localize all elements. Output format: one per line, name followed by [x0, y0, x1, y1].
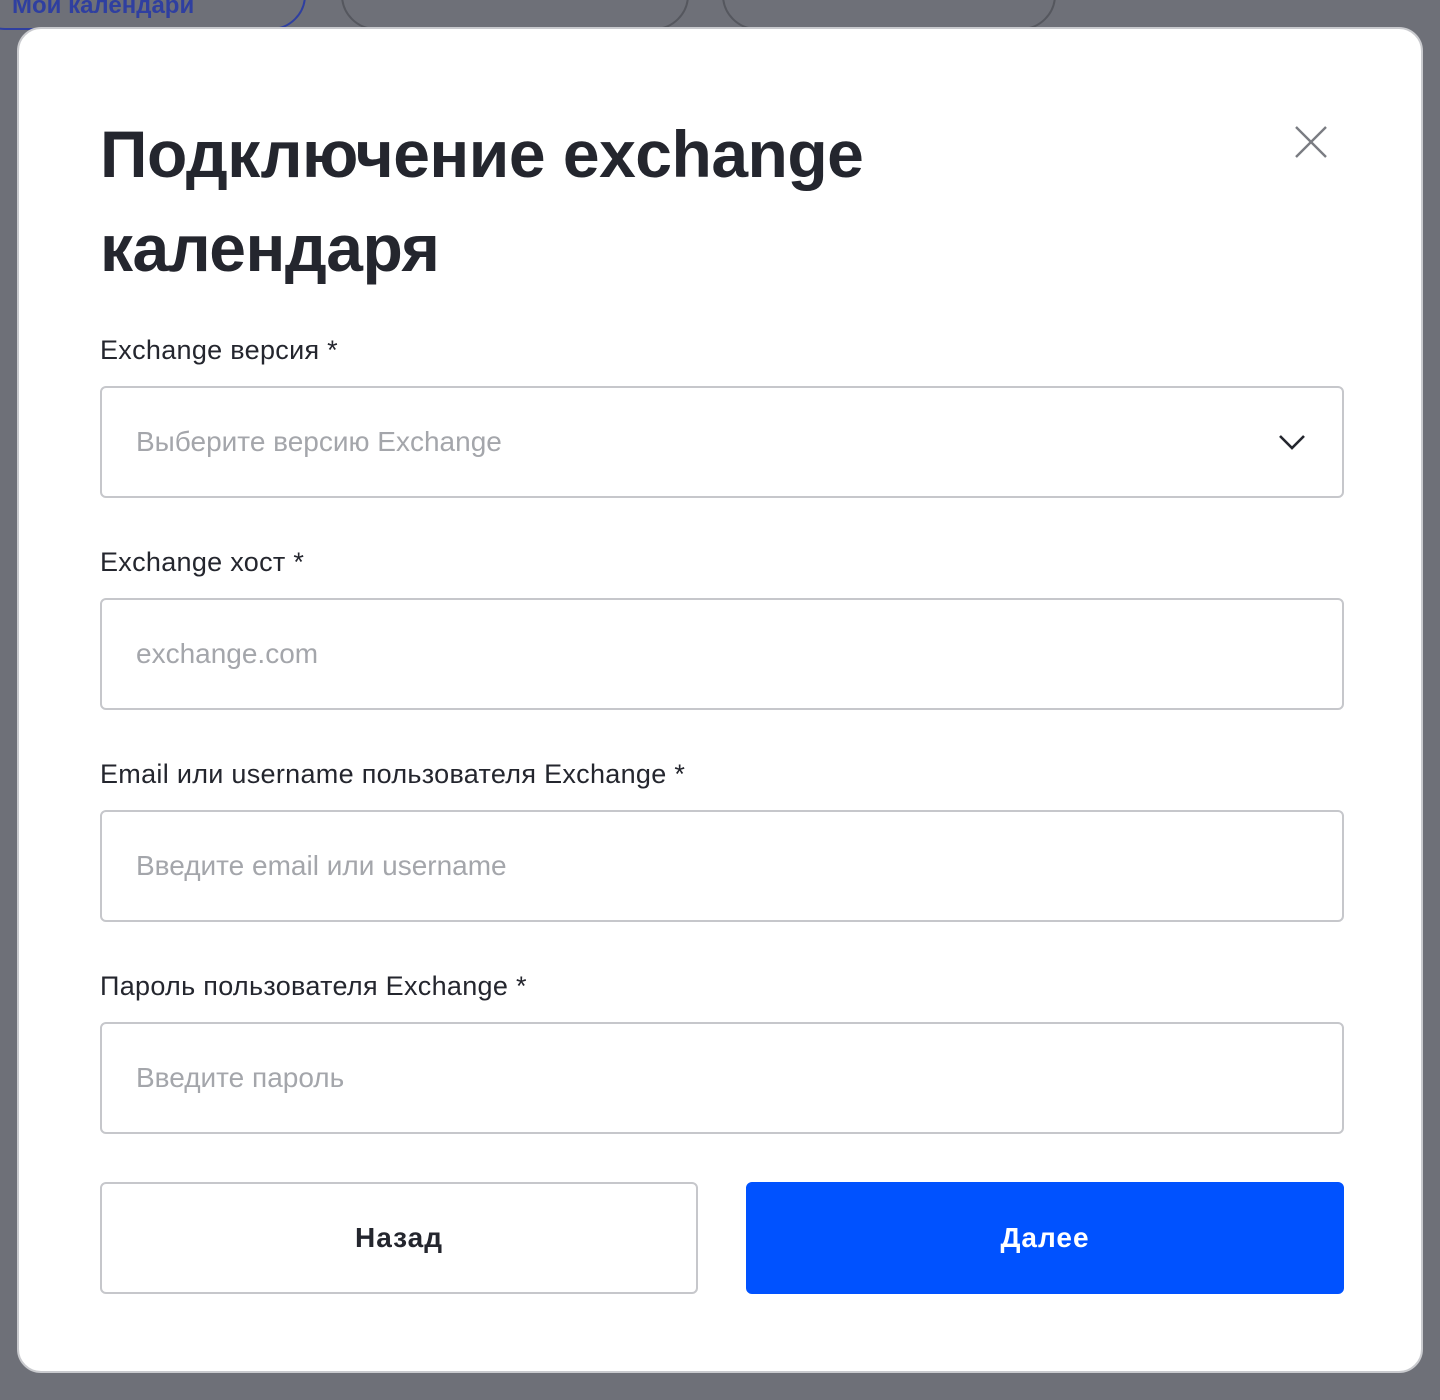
exchange-connect-dialog: Подключение exchange календаря Exchange …: [17, 27, 1423, 1373]
tab-background-3: [722, 0, 1056, 30]
password-field: [100, 1022, 1344, 1134]
username-label: Email или username пользователя Exchange…: [100, 759, 686, 789]
tab-background-2: [341, 0, 689, 30]
host-field: [100, 598, 1344, 710]
tab-my-calendars: Мои календари: [0, 0, 306, 30]
host-label: Exchange хост *: [100, 547, 305, 577]
next-button[interactable]: Далее: [746, 1182, 1344, 1294]
version-label: Exchange версия *: [100, 335, 338, 365]
back-button[interactable]: Назад: [100, 1182, 698, 1294]
password-label: Пароль пользователя Exchange *: [100, 971, 527, 1001]
close-button[interactable]: [1281, 117, 1341, 167]
password-input[interactable]: [136, 1062, 1308, 1094]
chevron-down-icon: [1278, 432, 1308, 452]
version-select-placeholder: Выберите версию Exchange: [136, 426, 502, 457]
version-select[interactable]: Выберите версию Exchange: [100, 386, 1344, 498]
close-icon: [1295, 126, 1327, 158]
tab-label: Мои календари: [12, 0, 195, 19]
host-input[interactable]: [136, 638, 1308, 670]
username-field: [100, 810, 1344, 922]
username-input[interactable]: [136, 850, 1308, 882]
dialog-title: Подключение exchange календаря: [100, 117, 864, 285]
